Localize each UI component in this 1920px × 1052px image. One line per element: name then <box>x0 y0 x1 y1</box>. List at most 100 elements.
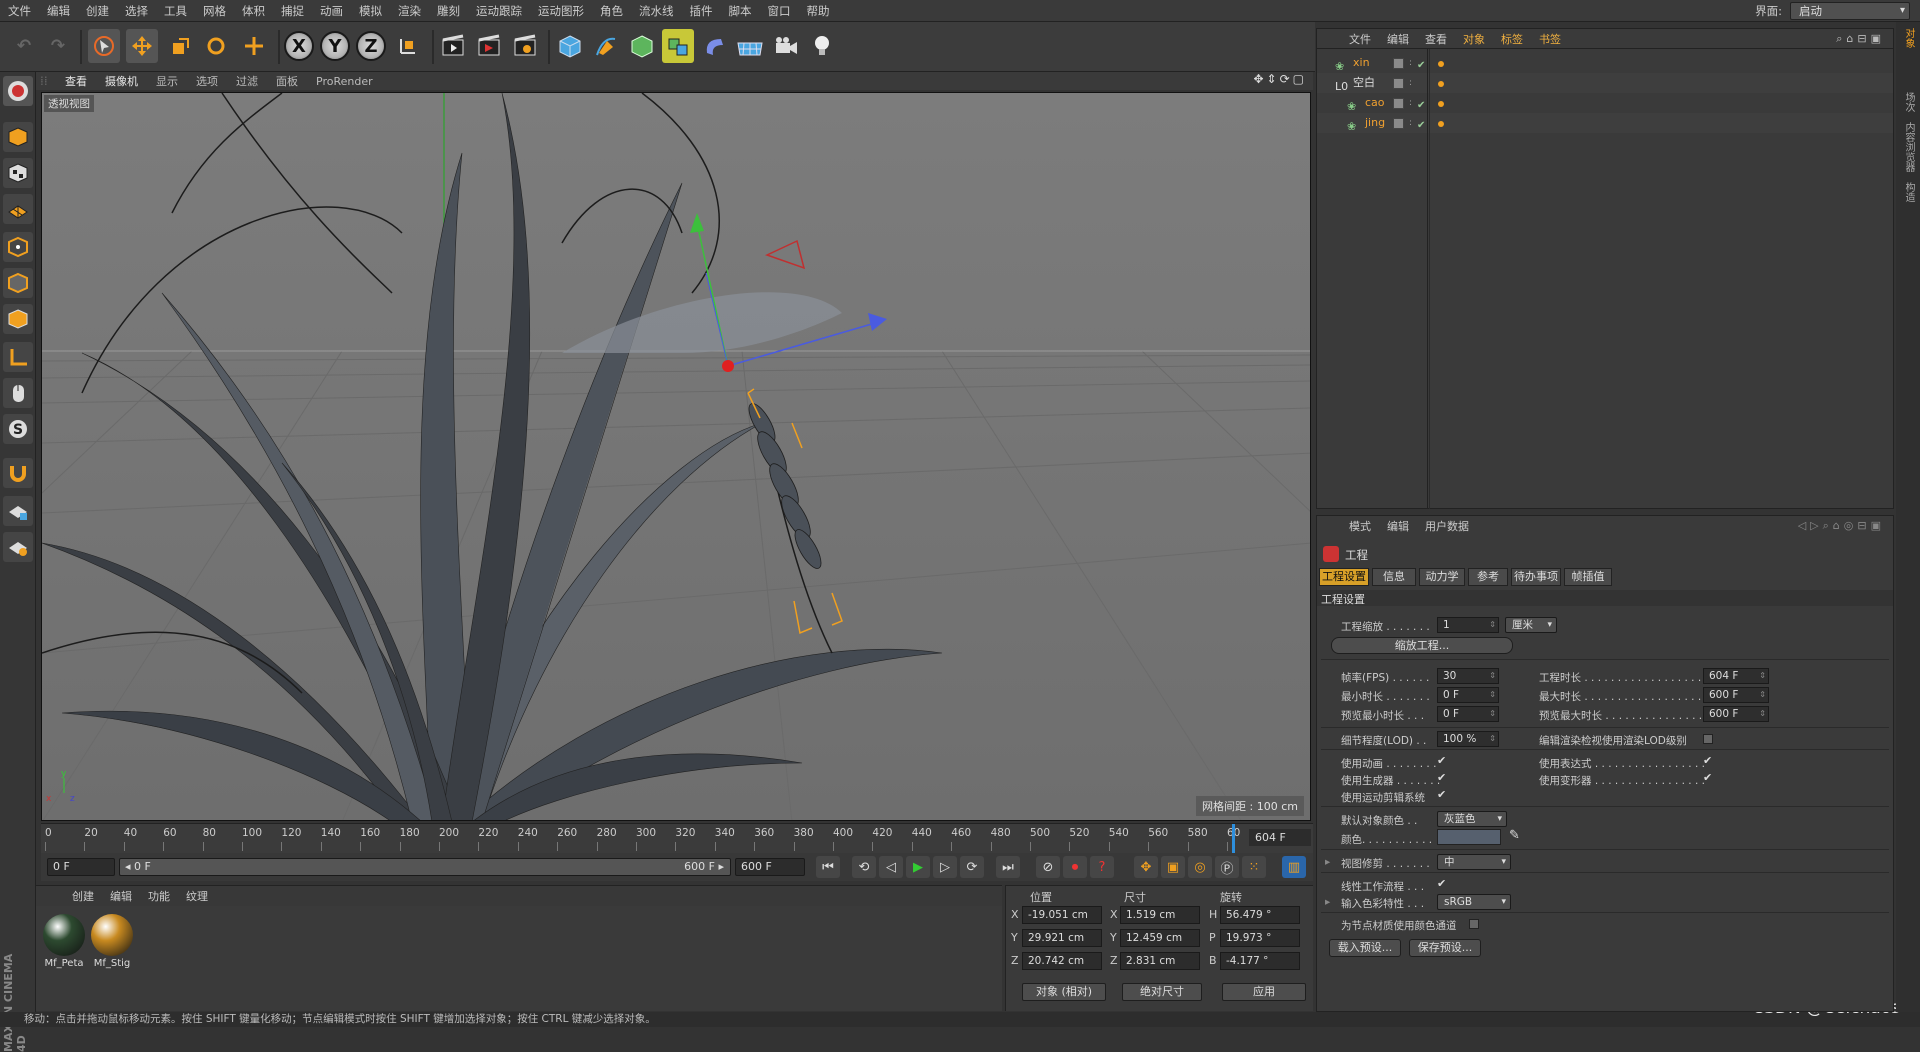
object-row[interactable]: ❀ jing: ✔ <box>1317 113 1893 133</box>
render-lod-checkbox[interactable] <box>1703 734 1713 744</box>
visibility-dots-icon[interactable]: : <box>1409 93 1412 113</box>
menu-item[interactable]: 脚本 <box>721 0 760 22</box>
snap-button[interactable]: S <box>3 414 33 444</box>
viewport-menu-item[interactable]: 查看 <box>56 73 96 89</box>
object-menu-item[interactable]: 标签 <box>1493 31 1531 47</box>
rotate-tool-button[interactable] <box>200 29 232 63</box>
end-frame-field[interactable]: 600 F <box>735 858 805 876</box>
position-field[interactable]: 29.921 cm <box>1022 929 1102 947</box>
material-menu-item[interactable]: 编辑 <box>102 888 140 904</box>
attribute-nav-tools[interactable]: ◁▷⌕⌂◎⊟▣ <box>1798 519 1885 533</box>
y-axis-lock[interactable]: Y <box>320 31 350 61</box>
subdivision-button[interactable] <box>626 29 658 63</box>
record-button[interactable]: ⏺ <box>1063 856 1087 878</box>
max-time-field[interactable]: 600 F <box>1703 687 1769 703</box>
position-field[interactable]: -19.051 cm <box>1022 906 1102 924</box>
timeline-window-button[interactable]: ▥ <box>1282 856 1306 878</box>
attr-tab[interactable]: 工程设置 <box>1319 568 1369 586</box>
next-frame-button[interactable]: ▷ <box>933 856 957 878</box>
visibility-dots-icon[interactable]: : <box>1409 73 1412 93</box>
prev-key-button[interactable]: ⟲ <box>852 856 876 878</box>
object-row[interactable]: L0 空白: <box>1317 73 1893 93</box>
menu-item[interactable]: 雕刻 <box>429 0 468 22</box>
select-tool-button[interactable] <box>88 29 120 63</box>
model-mode-button[interactable] <box>3 122 33 152</box>
right-tab[interactable]: 场次 <box>1900 92 1916 112</box>
rotation-field[interactable]: -4.177 ° <box>1220 952 1300 970</box>
lock-workplane-button[interactable] <box>3 496 33 526</box>
make-editable-button[interactable] <box>3 76 33 106</box>
texture-mode-button[interactable] <box>3 158 33 188</box>
menu-item[interactable]: 渲染 <box>390 0 429 22</box>
object-menu-item[interactable]: 查看 <box>1417 31 1455 47</box>
tag-icon[interactable] <box>1438 121 1444 127</box>
viewport-menu-item[interactable]: 摄像机 <box>96 73 147 89</box>
material-menu-item[interactable]: 创建 <box>64 888 102 904</box>
preview-max-field[interactable]: 600 F <box>1703 706 1769 722</box>
object-menu-item[interactable]: 书签 <box>1531 31 1569 47</box>
viewport-menu-item[interactable]: 显示 <box>147 73 187 89</box>
preview-min-field[interactable]: 0 F <box>1437 706 1499 722</box>
tag-icon[interactable] <box>1438 101 1444 107</box>
object-menu-item[interactable]: 编辑 <box>1379 31 1417 47</box>
motion-system-checkbox[interactable]: ✔ <box>1437 788 1446 801</box>
attr-tab[interactable]: 待办事项 <box>1511 568 1561 586</box>
object-menu-item[interactable]: 文件 <box>1341 31 1379 47</box>
workplane-mode-button[interactable] <box>3 194 33 224</box>
color-swatch[interactable] <box>1437 829 1501 845</box>
menu-item[interactable]: 角色 <box>592 0 631 22</box>
menu-item[interactable]: 选择 <box>117 0 156 22</box>
use-animation-checkbox[interactable]: ✔ <box>1437 754 1446 767</box>
size-mode-dropdown[interactable]: 绝对尺寸 <box>1122 983 1202 1001</box>
attr-tab[interactable]: 参考 <box>1468 568 1508 586</box>
right-tab[interactable]: 构造 <box>1900 182 1916 202</box>
position-field[interactable]: 20.742 cm <box>1022 952 1102 970</box>
tag-icon[interactable] <box>1438 81 1444 87</box>
right-tab[interactable]: 对象 <box>1900 28 1916 48</box>
camera-button[interactable] <box>770 29 802 63</box>
clip-expand-arrow[interactable]: ▸ <box>1325 856 1330 868</box>
viewport-menu-item[interactable]: 面板 <box>267 73 307 89</box>
undo-button[interactable]: ↶ <box>8 29 40 63</box>
start-frame-field[interactable]: 0 F <box>47 858 115 876</box>
key-scale-button[interactable]: ▣ <box>1161 856 1185 878</box>
points-mode-button[interactable] <box>3 232 33 262</box>
right-tab[interactable]: 内容浏览器 <box>1900 122 1916 172</box>
input-color-profile-dropdown[interactable]: sRGB <box>1437 894 1511 910</box>
key-parameter-button[interactable]: Ⓟ <box>1215 856 1239 878</box>
material-menu-item[interactable]: 纹理 <box>178 888 216 904</box>
menu-item[interactable]: 动画 <box>312 0 351 22</box>
min-time-field[interactable]: 0 F <box>1437 687 1499 703</box>
array-button[interactable] <box>662 29 694 63</box>
menu-item[interactable]: 捕捉 <box>273 0 312 22</box>
linear-workflow-checkbox[interactable]: ✔ <box>1437 877 1446 890</box>
rotation-field[interactable]: 56.479 ° <box>1220 906 1300 924</box>
menu-item[interactable]: 运动跟踪 <box>468 0 530 22</box>
rotation-field[interactable]: 19.973 ° <box>1220 929 1300 947</box>
object-row[interactable]: ❀ cao: ✔ <box>1317 93 1893 113</box>
render-view-button[interactable] <box>438 29 470 63</box>
light-button[interactable] <box>806 29 838 63</box>
coord-mode-dropdown[interactable]: 对象 (相对) <box>1022 983 1106 1001</box>
go-to-start-button[interactable]: ⏮ <box>816 856 840 878</box>
go-to-end-button[interactable]: ⏭ <box>996 856 1020 878</box>
object-menu-item[interactable]: 对象 <box>1455 31 1493 47</box>
use-expression-checkbox[interactable]: ✔ <box>1703 754 1712 767</box>
polygons-mode-button[interactable] <box>3 304 33 334</box>
view-clipping-dropdown[interactable]: 中 <box>1437 854 1511 870</box>
cube-button[interactable] <box>554 29 586 63</box>
scale-project-button[interactable]: 缩放工程... <box>1331 637 1513 654</box>
floor-button[interactable] <box>734 29 766 63</box>
viewport-nav-icons[interactable]: ✥⇕⟳▢ <box>1253 72 1307 86</box>
deformer-button[interactable] <box>698 29 730 63</box>
viewport-menu-item[interactable]: ProRender <box>307 75 382 88</box>
magnet-button[interactable] <box>3 458 33 488</box>
menu-item[interactable]: 创建 <box>78 0 117 22</box>
attr-tab[interactable]: 动力学 <box>1419 568 1465 586</box>
apply-button[interactable]: 应用 <box>1222 983 1306 1001</box>
preview-range-slider[interactable]: ◂ 0 F 600 F ▸ <box>119 858 731 876</box>
menu-item[interactable]: 体积 <box>234 0 273 22</box>
attribute-menu-item[interactable]: 模式 <box>1341 518 1379 534</box>
use-generator-checkbox[interactable]: ✔ <box>1437 771 1446 784</box>
axis-mode-button[interactable] <box>3 342 33 372</box>
